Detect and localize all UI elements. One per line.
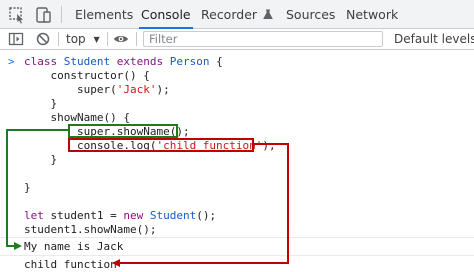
console-output[interactable]: > class Student extends Person { constru… <box>0 51 474 271</box>
inspect-element-icon[interactable] <box>8 6 26 24</box>
devtools-tab-bar: Elements Console Recorder Sources Networ… <box>0 0 474 29</box>
chevron-down-icon: ▼ <box>93 35 100 44</box>
log-levels-dropdown[interactable]: Default levels ▼ <box>394 31 474 47</box>
tab-network[interactable]: Network <box>346 0 398 29</box>
log-levels-label: Default levels <box>394 32 474 46</box>
context-selector[interactable]: top ▼ <box>66 31 100 47</box>
tab-console[interactable]: Console <box>139 0 193 29</box>
red-arrowhead-icon <box>112 259 120 267</box>
device-toolbar-icon[interactable] <box>34 6 52 24</box>
tab-sources[interactable]: Sources <box>286 0 335 29</box>
eye-icon[interactable] <box>113 31 129 47</box>
green-arrowhead-icon <box>14 242 22 250</box>
tab-recorder-label: Recorder <box>201 7 258 22</box>
annotation-arrows <box>6 129 289 267</box>
console-toolbar: top ▼ Default levels ▼ <box>0 29 474 50</box>
filter-input[interactable] <box>143 31 383 47</box>
toolbar-separator <box>107 32 108 46</box>
clear-console-icon[interactable] <box>35 31 51 47</box>
tab-separator <box>61 6 62 23</box>
toolbar-separator <box>136 32 137 46</box>
toolbar-separator <box>58 32 59 46</box>
tab-elements[interactable]: Elements <box>75 0 133 29</box>
tab-recorder[interactable]: Recorder <box>201 0 273 29</box>
context-selector-label: top <box>66 32 86 46</box>
show-sidebar-icon[interactable] <box>8 31 24 47</box>
experiment-flask-icon <box>263 9 273 19</box>
